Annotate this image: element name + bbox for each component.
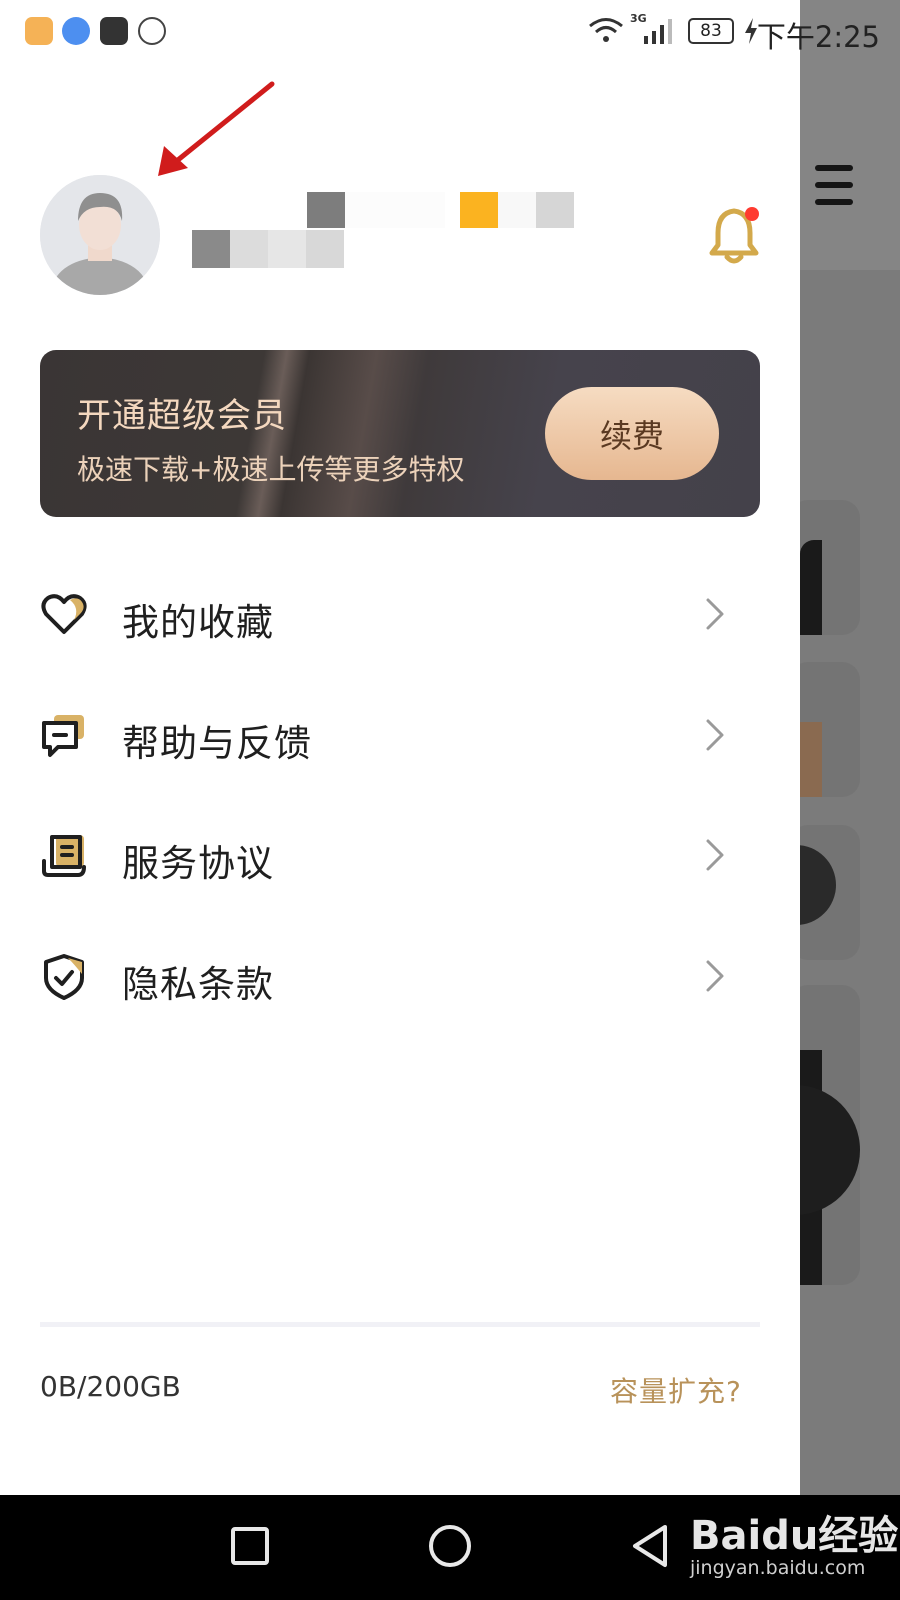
menu-item-privacy-terms[interactable]: 隐私条款 [40, 934, 730, 1024]
heart-icon [41, 594, 87, 634]
system-navigation-bar: Baidu经验 jingyan.baidu.com [0, 1495, 900, 1600]
vip-subtitle: 极速下载+极速上传等更多特权 [77, 453, 465, 486]
home-button[interactable] [425, 1521, 475, 1571]
document-icon [42, 835, 86, 877]
hand-icon [138, 17, 166, 45]
notification-bell-icon[interactable] [706, 205, 762, 265]
back-button[interactable] [625, 1521, 675, 1571]
chevron-right-icon [706, 960, 724, 992]
browser-icon [62, 17, 90, 45]
chevron-right-icon [706, 598, 724, 630]
battery-level: 83 [688, 18, 734, 44]
huawei-store-icon [100, 17, 128, 45]
menu-item-label: 服务协议 [122, 842, 274, 885]
side-drawer: 3G 83 下午2:25 开通超级会员 极速下载+极速上传等更多特权 续费 我的… [0, 0, 880, 1495]
menu-item-service-agreement[interactable]: 服务协议 [40, 813, 730, 903]
background-card [790, 662, 860, 797]
background-card [790, 500, 860, 635]
menu-item-label: 隐私条款 [122, 963, 274, 1006]
user-avatar[interactable] [40, 175, 160, 295]
vip-promo-card[interactable]: 开通超级会员 极速下载+极速上传等更多特权 续费 [40, 350, 760, 517]
wifi-icon [589, 18, 623, 42]
chevron-right-icon [706, 839, 724, 871]
annotation-arrow-icon [158, 81, 275, 176]
storage-usage: 0B/200GB [40, 1370, 181, 1403]
vip-title: 开通超级会员 [77, 396, 287, 436]
menu-item-favorites[interactable]: 我的收藏 [40, 572, 730, 662]
menu-item-help-feedback[interactable]: 帮助与反馈 [40, 693, 730, 783]
watermark-url: jingyan.baidu.com [690, 1557, 866, 1579]
hamburger-menu-icon [815, 165, 853, 216]
recent-apps-button[interactable] [225, 1521, 275, 1571]
app-notification-icon [25, 17, 53, 45]
notification-dot [745, 207, 759, 221]
shield-check-icon [44, 954, 84, 1000]
background-card [790, 825, 860, 960]
menu-item-label: 我的收藏 [122, 601, 274, 644]
renew-button[interactable]: 续费 [545, 387, 719, 480]
status-bar: 3G 83 下午2:25 [0, 0, 900, 60]
divider [40, 1322, 760, 1327]
status-time: 下午2:25 [756, 20, 880, 54]
baidu-jingyan-watermark: Baidu经验 [690, 1513, 899, 1559]
expand-capacity-link[interactable]: 容量扩充? [610, 1370, 742, 1410]
signal-icon [644, 19, 672, 44]
default-avatar-icon [40, 175, 160, 295]
feedback-icon [42, 715, 84, 757]
background-card [780, 985, 860, 1285]
chevron-right-icon [706, 719, 724, 751]
menu-item-label: 帮助与反馈 [122, 722, 312, 765]
